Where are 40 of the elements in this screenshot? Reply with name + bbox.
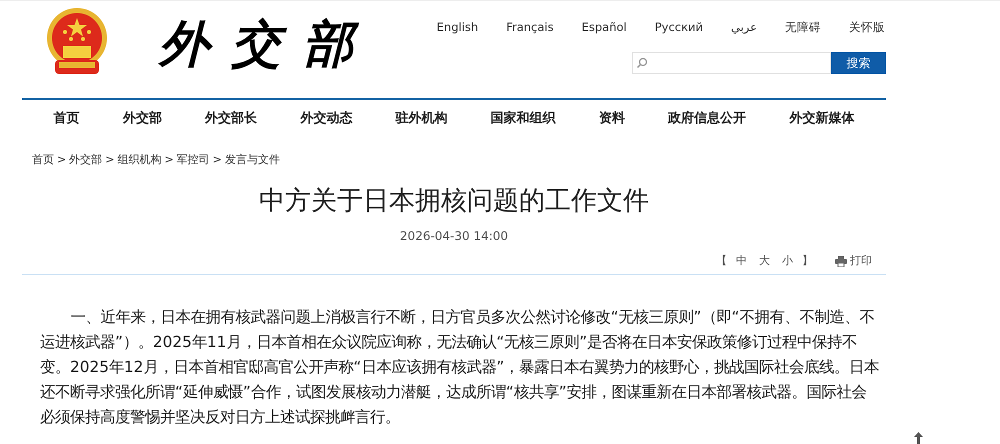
breadcrumb-separator: > xyxy=(57,152,66,168)
nav-item[interactable]: 外交部长 xyxy=(205,109,258,129)
logo-text: 外交部 xyxy=(159,13,375,75)
publish-date: 2026-04-30 14:00 xyxy=(400,228,508,244)
language-link[interactable]: 无障碍 xyxy=(785,19,821,36)
search-button[interactable]: 搜索 xyxy=(831,52,886,74)
bracket: 【 xyxy=(716,252,727,269)
breadcrumb-link[interactable]: 军控司 xyxy=(176,152,210,168)
language-link[interactable]: Français xyxy=(506,19,554,36)
search-icon xyxy=(636,57,648,70)
print-link[interactable]: 打印 xyxy=(835,252,872,270)
language-link[interactable]: Español xyxy=(582,19,627,36)
language-link[interactable]: Русский xyxy=(654,19,703,36)
font-size-link[interactable]: 中 xyxy=(733,252,750,270)
breadcrumb-link[interactable]: 外交部 xyxy=(69,152,102,168)
nav-item[interactable]: 外交部 xyxy=(122,109,162,129)
breadcrumb-link[interactable]: 首页 xyxy=(32,152,54,168)
language-link[interactable]: English xyxy=(436,19,478,36)
nav-item[interactable]: 首页 xyxy=(54,109,80,129)
font-size-link[interactable]: 大 xyxy=(756,252,773,270)
article-title: 中方关于日本拥核问题的工作文件 xyxy=(259,184,649,218)
breadcrumb-link[interactable]: 发言与文件 xyxy=(224,152,280,168)
breadcrumb-link[interactable]: 组织机构 xyxy=(117,152,162,168)
language-link[interactable]: عربي xyxy=(731,19,757,36)
nav-item[interactable]: 国家和组织 xyxy=(490,109,556,129)
breadcrumb-separator: > xyxy=(212,152,222,168)
nav-item[interactable]: 外交动态 xyxy=(300,109,352,129)
search-field[interactable] xyxy=(632,52,831,74)
bracket: 】 xyxy=(802,252,813,269)
nav-item[interactable]: 资料 xyxy=(598,109,625,129)
language-link[interactable]: 关怀版 xyxy=(849,19,885,36)
nav-item[interactable]: 外交新媒体 xyxy=(789,109,854,129)
nav-item[interactable]: 政府信息公开 xyxy=(668,109,746,129)
back-to-top-icon[interactable] xyxy=(914,432,923,444)
font-size-link[interactable]: 小 xyxy=(779,252,796,270)
breadcrumb-separator: > xyxy=(105,152,114,168)
article-paragraph: 一、近年来，日本在拥有核武器问题上消极言行不断，日方官员多次公然讨论修改“无核三原则”（即“不拥有、不制造、不运进核武器”）。2025年11月，日本首相在众议院应询称，无法确认“无核三原则”是否将在日本安保政策修订过程中保持不变。2025年12月，日本首相官邸高官公开声称“日本应该拥有核武器”，暴露日本右翼势力的核野心，挑战国际社会底线。日本还不断寻求强化所谓“延伸威慑”合作，试图发展核动力潜艇，达成所谓“核共享”安排，图谋重新在日本部署核武器。国际社会必须保持高度警惕并坚决反对日方上述试探挑衅言行。 xyxy=(40,306,880,428)
breadcrumb-separator: > xyxy=(164,152,174,168)
printer-icon xyxy=(835,256,847,266)
nav-item[interactable]: 驻外机构 xyxy=(395,109,448,129)
